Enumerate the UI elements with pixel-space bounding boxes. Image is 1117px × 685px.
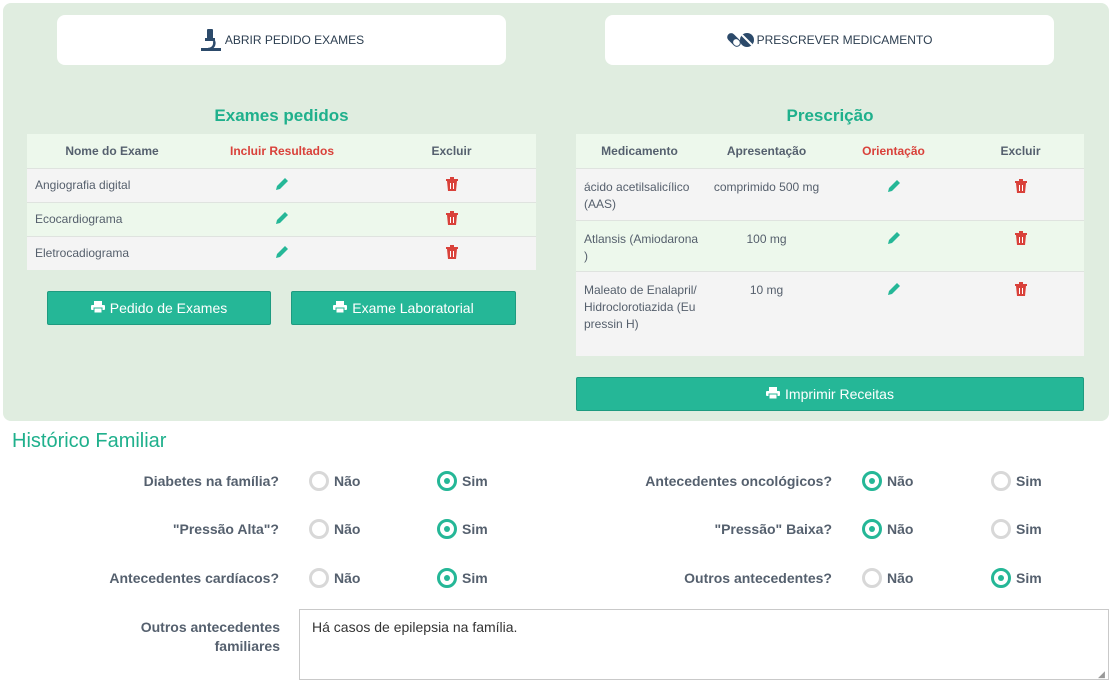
table-row: Maleato de Enalapril/Hidroclorotiazida (… [576, 271, 1084, 356]
lab-exam-print-button[interactable]: Exame Laboratorial [291, 291, 516, 325]
trash-icon[interactable] [445, 176, 458, 194]
trash-icon[interactable] [1014, 281, 1027, 299]
low-pressure-no-radio[interactable]: Não [862, 519, 913, 539]
exams-section-title: Exames pedidos [214, 106, 349, 125]
print-prescriptions-button[interactable]: Imprimir Receitas [576, 377, 1084, 411]
pencil-icon[interactable] [275, 177, 289, 194]
other-family-history-label: Outros antecedentes familiares [140, 619, 280, 654]
prescribe-medication-label: PRESCREVER MEDICAMENTO [756, 33, 933, 47]
table-row: ácido acetilsalicílico (AAS) comprimido … [576, 168, 1084, 220]
exam-name: Eletrocadiograma [27, 236, 197, 270]
diabetes-no-radio[interactable]: Não [309, 471, 360, 491]
diabetes-yes-radio[interactable]: Sim [437, 471, 488, 491]
medication-presentation: 10 mg [703, 271, 830, 356]
exam-request-print-label: Pedido de Exames [109, 300, 228, 316]
delete-header: Excluir [367, 134, 536, 168]
table-row: Angiografia digital [27, 168, 536, 202]
pencil-icon[interactable] [887, 179, 901, 196]
high-pressure-no-radio[interactable]: Não [309, 519, 360, 539]
high-pressure-yes-radio[interactable]: Sim [437, 519, 488, 539]
print-icon [333, 300, 352, 316]
cardiac-history-no-radio[interactable]: Não [309, 568, 360, 588]
delete-header: Excluir [957, 134, 1084, 168]
medication-presentation: 100 mg [703, 220, 830, 271]
presentation-header: Apresentação [703, 134, 830, 168]
orientation-header: Orientação [830, 134, 957, 168]
oncology-history-yes-radio[interactable]: Sim [991, 471, 1042, 491]
resize-grip-icon[interactable]: ◢ [1098, 669, 1105, 680]
trash-icon[interactable] [1014, 230, 1027, 248]
prescribe-medication-button[interactable]: PRESCREVER MEDICAMENTO [605, 15, 1054, 65]
family-history-title: Histórico Familiar [12, 430, 167, 452]
exam-request-print-button[interactable]: Pedido de Exames [47, 291, 271, 325]
exam-name: Ecocardiograma [27, 202, 197, 236]
trash-icon[interactable] [1014, 178, 1027, 196]
other-history-no-radio[interactable]: Não [862, 568, 913, 588]
oncology-history-label: Antecedentes oncológicos? [645, 473, 832, 489]
medication-header: Medicamento [576, 134, 703, 168]
exams-table: Nome do Exame Incluir Resultados Excluir… [27, 134, 536, 270]
other-family-history-textarea[interactable]: Há casos de epilepsia na família. [299, 609, 1109, 680]
medication-presentation: comprimido 500 mg [703, 168, 830, 220]
other-history-label: Outros antecedentes? [684, 570, 832, 586]
cardiac-history-label: Antecedentes cardíacos? [109, 570, 279, 586]
pencil-icon[interactable] [275, 211, 289, 228]
cardiac-history-yes-radio[interactable]: Sim [437, 568, 488, 588]
pencil-icon[interactable] [887, 282, 901, 299]
prescription-table: Medicamento Apresentação Orientação Excl… [576, 134, 1084, 356]
print-icon [766, 386, 785, 402]
open-exam-request-button[interactable]: ABRIR PEDIDO EXAMES [57, 15, 506, 65]
include-results-header: Incluir Resultados [197, 134, 367, 168]
table-row: Eletrocadiograma [27, 236, 536, 270]
pills-icon [726, 29, 755, 51]
prescription-section-title: Prescrição [786, 106, 874, 125]
pencil-icon[interactable] [887, 231, 901, 248]
print-icon [90, 300, 110, 316]
trash-icon[interactable] [445, 244, 458, 262]
microscope-icon [199, 28, 223, 52]
low-pressure-label: "Pressão" Baixa? [714, 521, 832, 537]
pencil-icon[interactable] [275, 245, 289, 262]
oncology-history-no-radio[interactable]: Não [862, 471, 913, 491]
trash-icon[interactable] [445, 210, 458, 228]
high-pressure-label: "Pressão Alta"? [172, 521, 279, 537]
lab-exam-print-label: Exame Laboratorial [352, 300, 474, 316]
other-history-yes-radio[interactable]: Sim [991, 568, 1042, 588]
medication-name: Maleato de Enalapril/Hidroclorotiazida (… [576, 271, 703, 356]
table-row: Ecocardiograma [27, 202, 536, 236]
low-pressure-yes-radio[interactable]: Sim [991, 519, 1042, 539]
medication-name: ácido acetilsalicílico (AAS) [576, 168, 703, 220]
exam-name: Angiografia digital [27, 168, 197, 202]
medication-name: Atlansis (Amiodarona ) [576, 220, 703, 271]
print-prescriptions-label: Imprimir Receitas [785, 386, 894, 402]
open-exam-request-label: ABRIR PEDIDO EXAMES [224, 33, 365, 47]
diabetes-label: Diabetes na família? [143, 473, 279, 489]
table-row: Atlansis (Amiodarona ) 100 mg [576, 220, 1084, 271]
exam-name-header: Nome do Exame [27, 134, 197, 168]
